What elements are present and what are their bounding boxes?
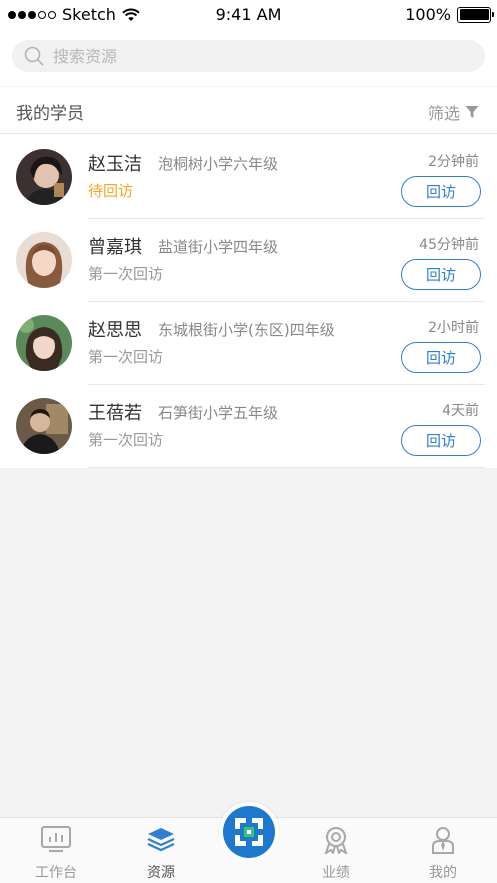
student-list-panel: 我的学员 筛选 赵玉洁 泡桐树小学六年级 待回访 2分钟前 回访 曾嘉琪 盐道街…	[0, 87, 497, 468]
divider	[88, 467, 485, 468]
student-row[interactable]: 曾嘉琪 盐道街小学四年级 第一次回访 45分钟前 回访	[0, 218, 497, 302]
revisit-button[interactable]: 回访	[401, 259, 481, 290]
revisit-button[interactable]: 回访	[401, 425, 481, 456]
tab-label: 资源	[147, 865, 175, 881]
tab-label: 工作台	[35, 865, 77, 881]
tab-label: 业绩	[322, 865, 350, 881]
scan-button[interactable]	[219, 802, 279, 862]
status-bar: Sketch 9:41 AM 100%	[0, 0, 497, 30]
student-school: 盐道街小学四年级	[158, 238, 279, 256]
student-school: 石笋街小学五年级	[158, 404, 279, 422]
battery-percent: 100%	[405, 5, 451, 24]
revisit-button[interactable]: 回访	[401, 176, 481, 207]
avatar	[16, 398, 72, 454]
avatar	[16, 149, 72, 205]
visit-status: 第一次回访	[88, 265, 164, 283]
search-box[interactable]	[12, 40, 485, 72]
battery-icon	[457, 6, 494, 23]
tab-resources[interactable]: 资源	[121, 818, 201, 883]
student-school: 泡桐树小学六年级	[158, 155, 279, 173]
search-bar	[0, 30, 497, 86]
dashboard-icon	[40, 826, 72, 854]
student-row[interactable]: 王蓓若 石笋街小学五年级 第一次回访 4天前 回访	[0, 384, 497, 468]
tab-mine[interactable]: 我的	[403, 818, 483, 883]
student-name: 曾嘉琪	[88, 237, 142, 258]
student-name: 王蓓若	[88, 403, 142, 424]
revisit-button[interactable]: 回访	[401, 342, 481, 373]
student-school: 东城根街小学(东区)四年级	[158, 321, 335, 339]
search-input[interactable]	[53, 46, 453, 66]
filter-button[interactable]: 筛选	[428, 100, 479, 124]
student-row[interactable]: 赵玉洁 泡桐树小学六年级 待回访 2分钟前 回访	[0, 135, 497, 219]
visit-status: 第一次回访	[88, 431, 164, 449]
layers-icon	[145, 826, 177, 854]
last-contact-time: 2分钟前	[428, 154, 479, 170]
battery-info: 100%	[405, 5, 494, 24]
tab-workbench[interactable]: 工作台	[16, 818, 96, 883]
avatar	[16, 232, 72, 288]
tab-label: 我的	[429, 865, 457, 881]
student-name: 赵玉洁	[88, 154, 142, 175]
section-header: 我的学员 筛选	[0, 87, 497, 134]
tab-performance[interactable]: 业绩	[296, 818, 376, 883]
section-title: 我的学员	[16, 104, 84, 124]
award-icon	[320, 826, 352, 854]
visit-status: 第一次回访	[88, 348, 164, 366]
last-contact-time: 4天前	[442, 403, 479, 419]
last-contact-time: 2小时前	[428, 320, 479, 336]
last-contact-time: 45分钟前	[419, 237, 479, 253]
scan-icon	[223, 806, 275, 858]
student-row[interactable]: 赵思思 东城根街小学(东区)四年级 第一次回访 2小时前 回访	[0, 301, 497, 385]
search-icon	[24, 46, 44, 66]
filter-icon	[465, 106, 479, 118]
avatar	[16, 315, 72, 371]
person-icon	[427, 826, 459, 854]
student-name: 赵思思	[88, 320, 142, 341]
visit-status: 待回访	[88, 182, 134, 200]
filter-label: 筛选	[427, 104, 460, 123]
